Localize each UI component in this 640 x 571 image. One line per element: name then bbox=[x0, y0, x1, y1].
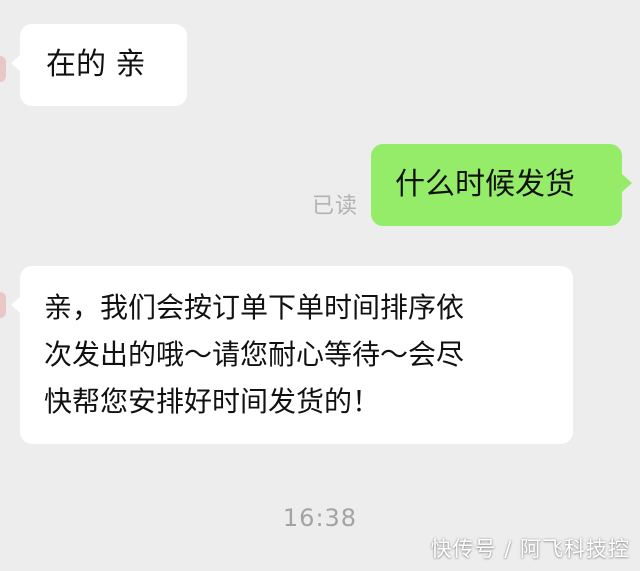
incoming-message-bubble[interactable]: 在的 亲 bbox=[11, 24, 187, 106]
message-line: 次发出的哦～请您耐心等待～会尽 bbox=[44, 338, 465, 371]
read-status: 已读 bbox=[312, 194, 359, 219]
avatar[interactable] bbox=[0, 292, 6, 318]
avatar[interactable] bbox=[0, 56, 6, 82]
message-text: 什么时候发货 bbox=[395, 167, 575, 202]
watermark: 快传号 / 阿飞科技控 bbox=[430, 537, 630, 561]
timestamp: 16:38 bbox=[282, 504, 358, 532]
incoming-message-bubble[interactable]: 亲，我们会按订单下单时间排序依 次发出的哦～请您耐心等待～会尽 快帮您安排好时间… bbox=[11, 266, 573, 444]
message-line: 快帮您安排好时间发货的！ bbox=[44, 385, 381, 418]
outgoing-message-bubble[interactable]: 什么时候发货 bbox=[371, 144, 632, 226]
message-line: 亲，我们会按订单下单时间排序依 bbox=[44, 291, 465, 324]
message-text: 在的 亲 bbox=[46, 47, 146, 82]
